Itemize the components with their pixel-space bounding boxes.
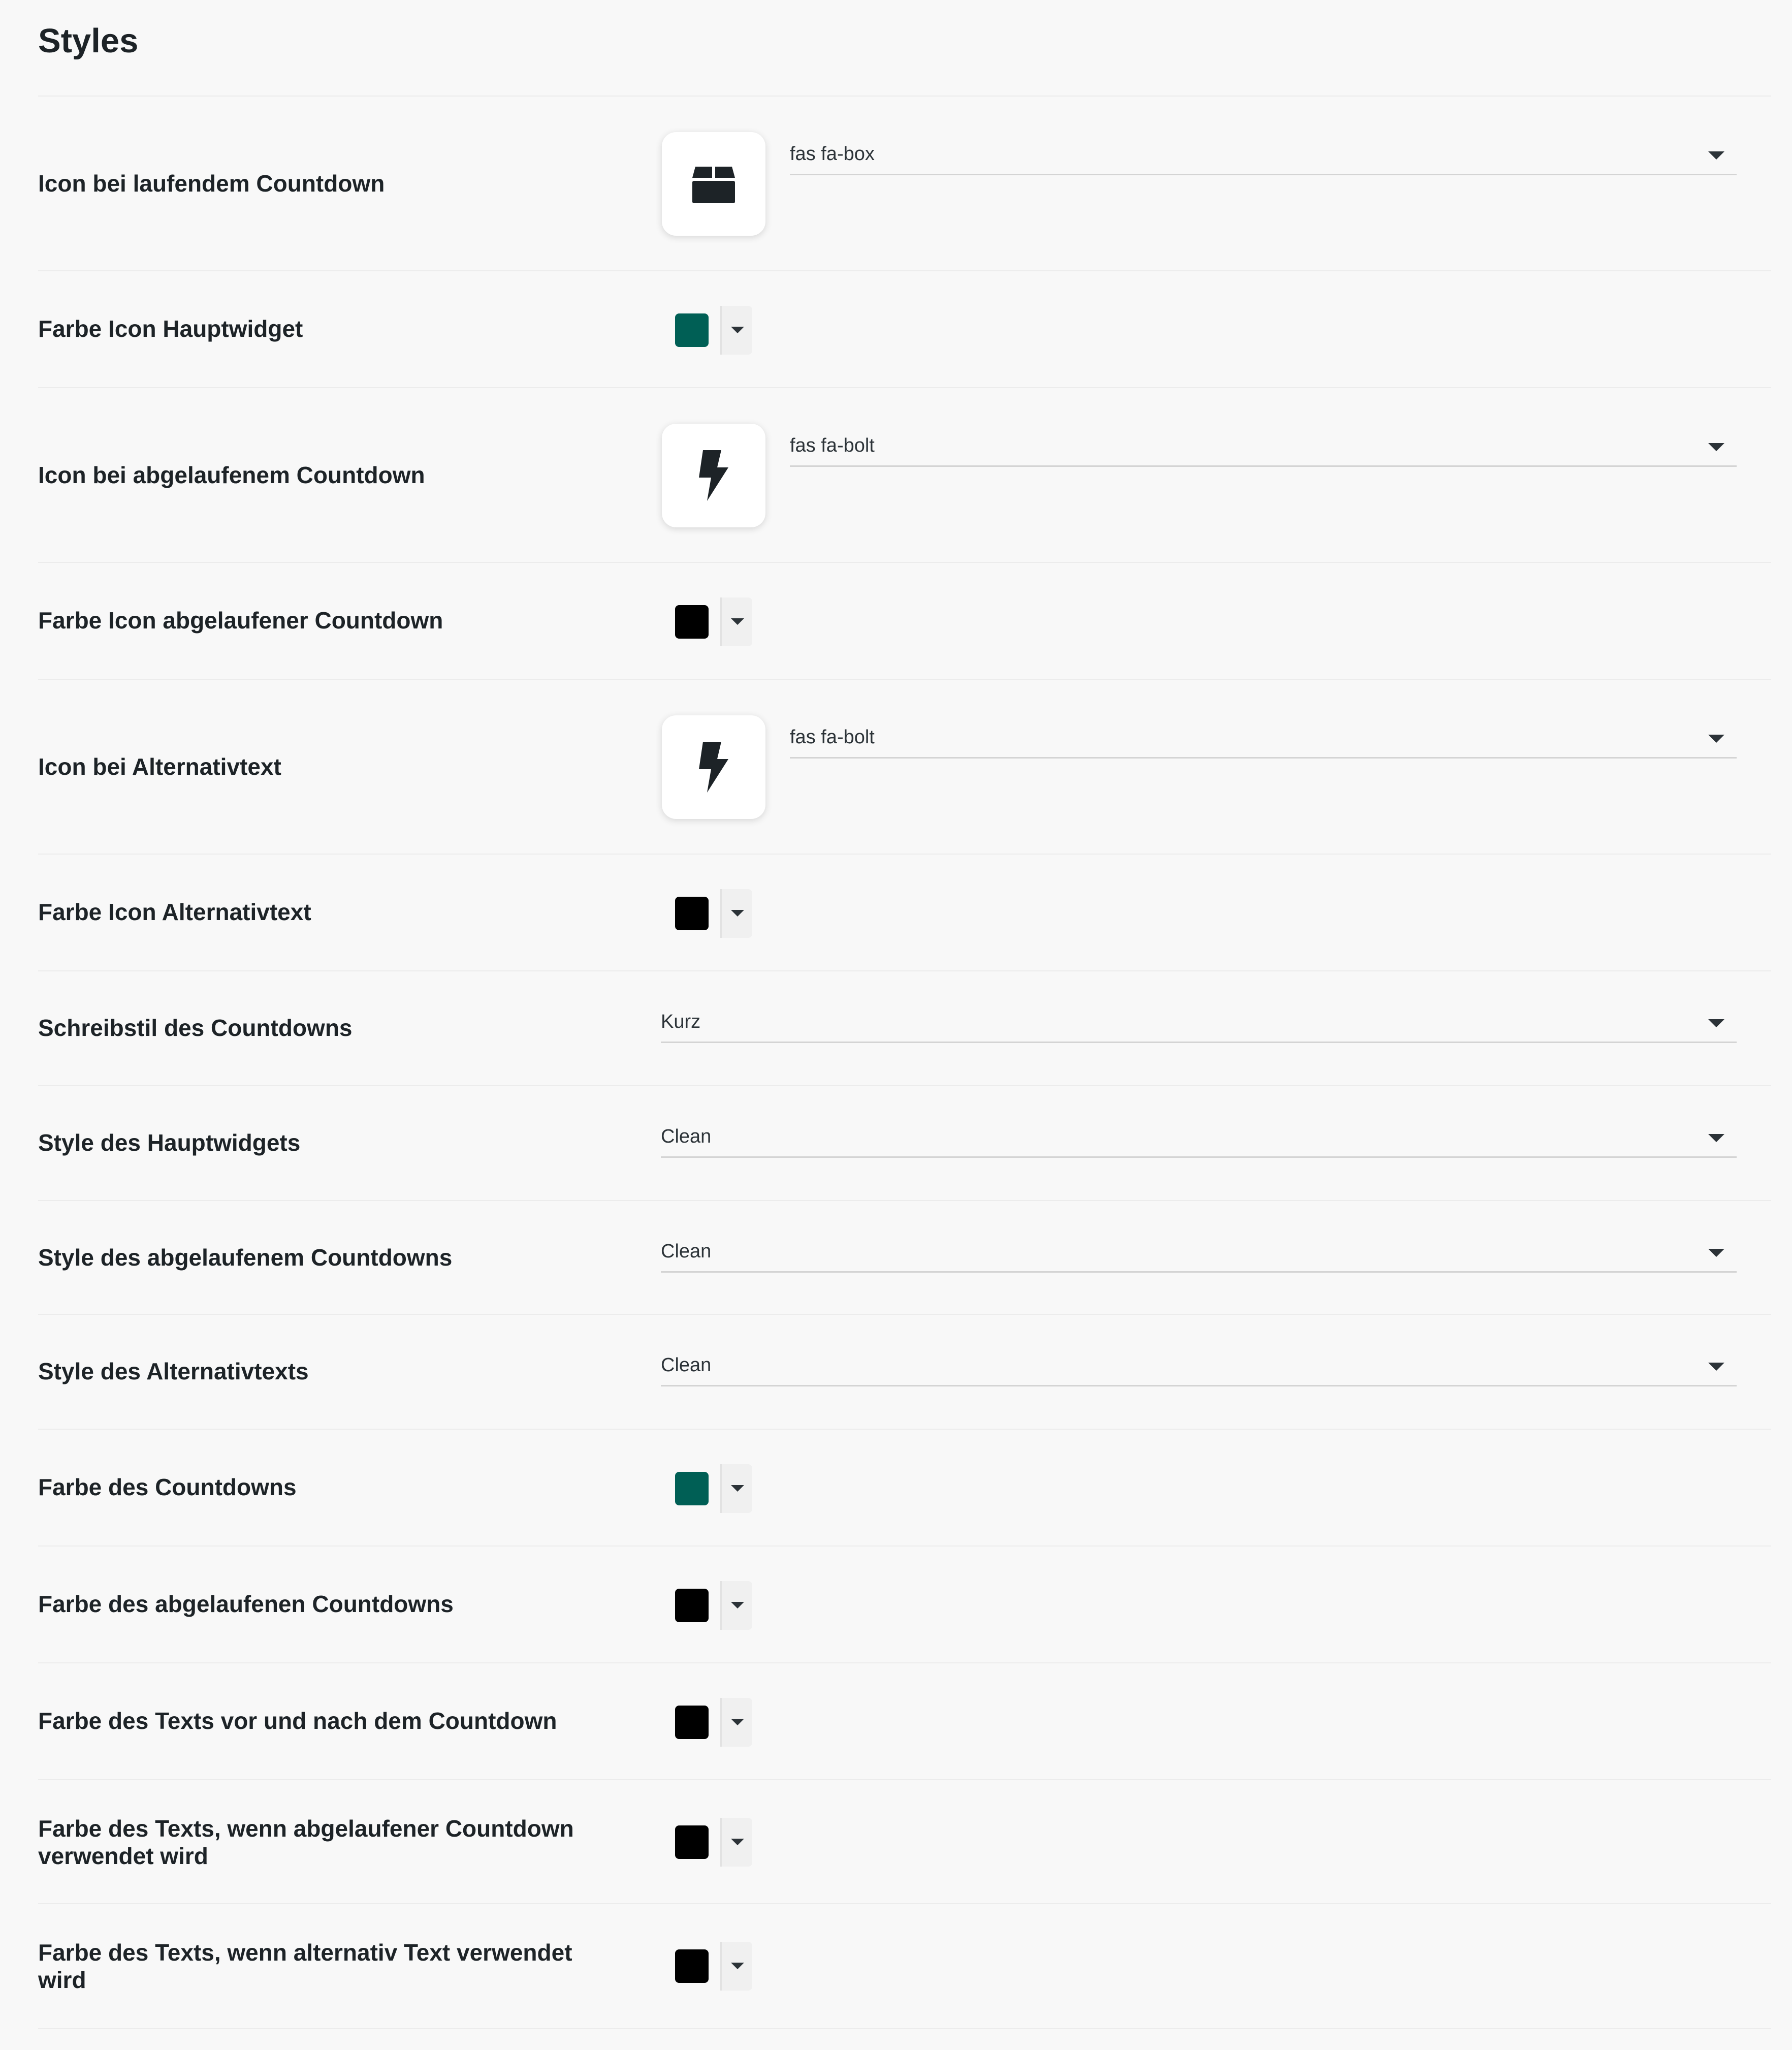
chevron-down-icon xyxy=(1708,443,1724,451)
caret-down-icon xyxy=(731,1485,744,1492)
box-icon xyxy=(692,167,735,203)
setting-row-style-alt: Style des Alternativtexts Clean xyxy=(38,1314,1771,1430)
color-picker[interactable] xyxy=(663,306,752,355)
chevron-down-icon xyxy=(1708,1019,1724,1027)
color-dropdown-toggle[interactable] xyxy=(722,306,752,355)
color-swatch-button[interactable] xyxy=(663,1942,720,1991)
caret-down-icon xyxy=(731,618,744,625)
bolt-icon xyxy=(699,450,728,501)
setting-label: Style des abgelaufenem Countdowns xyxy=(38,1244,453,1271)
setting-row-icon-alt: Icon bei Alternativtext fas fa-bolt xyxy=(38,679,1771,855)
chevron-down-icon xyxy=(1708,1363,1724,1371)
color-picker[interactable] xyxy=(663,1464,752,1513)
select-value: fas fa-bolt xyxy=(790,727,875,748)
chevron-down-icon xyxy=(1708,1249,1724,1257)
setting-label: Icon bei laufendem Countdown xyxy=(38,170,385,197)
setting-label: Farbe Icon Alternativtext xyxy=(38,899,311,925)
setting-row-color-countdown-expired: Farbe des abgelaufenen Countdowns xyxy=(38,1546,1771,1663)
caret-down-icon xyxy=(731,910,744,917)
select-value: Clean xyxy=(661,1126,712,1147)
icon-select[interactable]: fas fa-box xyxy=(790,132,1737,175)
icon-select[interactable]: fas fa-bolt xyxy=(790,424,1737,467)
setting-label: Icon bei Alternativtext xyxy=(38,753,281,780)
select-value: fas fa-box xyxy=(790,143,875,165)
color-dropdown-toggle[interactable] xyxy=(722,889,752,938)
select-value: Clean xyxy=(661,1241,712,1262)
color-dropdown-toggle[interactable] xyxy=(722,1942,752,1991)
color-picker[interactable] xyxy=(663,597,752,646)
chevron-down-icon xyxy=(1708,1134,1724,1142)
setting-row-color-text-before-after: Farbe des Texts vor und nach dem Countdo… xyxy=(38,1662,1771,1780)
bolt-icon xyxy=(699,742,728,793)
color-swatch xyxy=(675,1825,709,1859)
caret-down-icon xyxy=(731,1839,744,1845)
icon-preview[interactable] xyxy=(662,715,765,819)
setting-row-icon-expired: Icon bei abgelaufenem Countdown fas fa-b… xyxy=(38,387,1771,563)
color-swatch xyxy=(675,1949,709,1983)
setting-label: Icon bei abgelaufenem Countdown xyxy=(38,462,425,488)
color-swatch-button[interactable] xyxy=(663,1698,720,1747)
color-swatch xyxy=(675,313,709,347)
color-picker[interactable] xyxy=(663,1581,752,1630)
setting-label: Farbe Icon Hauptwidget xyxy=(38,316,303,342)
style-main-select[interactable]: Clean xyxy=(661,1115,1737,1158)
color-swatch xyxy=(675,1472,709,1505)
color-swatch-button[interactable] xyxy=(663,597,720,646)
style-alt-select[interactable]: Clean xyxy=(661,1343,1737,1386)
setting-label: Style des Alternativtexts xyxy=(38,1358,309,1384)
color-swatch-button[interactable] xyxy=(663,1464,720,1513)
setting-row-color-icon-alt: Farbe Icon Alternativtext xyxy=(38,854,1771,971)
select-value: Kurz xyxy=(661,1011,701,1032)
select-value: Clean xyxy=(661,1354,712,1376)
setting-row-color-icon-expired: Farbe Icon abgelaufener Countdown xyxy=(38,562,1771,680)
color-swatch xyxy=(675,605,709,639)
color-dropdown-toggle[interactable] xyxy=(722,1818,752,1867)
setting-row-style-expired: Style des abgelaufenem Countdowns Clean xyxy=(38,1200,1771,1315)
color-picker[interactable] xyxy=(663,1698,752,1747)
color-dropdown-toggle[interactable] xyxy=(722,1581,752,1630)
setting-row-style-main: Style des Hauptwidgets Clean xyxy=(38,1085,1771,1201)
color-swatch-button[interactable] xyxy=(663,1818,720,1867)
color-swatch-button[interactable] xyxy=(663,889,720,938)
caret-down-icon xyxy=(731,327,744,333)
setting-label: Farbe des abgelaufenen Countdowns xyxy=(38,1591,454,1617)
icon-select[interactable]: fas fa-bolt xyxy=(790,715,1737,759)
chevron-down-icon xyxy=(1708,735,1724,743)
setting-row-color-text-alt: Farbe des Texts, wenn alternativ Text ve… xyxy=(38,1903,1771,2029)
setting-row-icon-running: Icon bei laufendem Countdown fas fa-box xyxy=(38,96,1771,271)
color-dropdown-toggle[interactable] xyxy=(722,597,752,646)
setting-label: Style des Hauptwidgets xyxy=(38,1129,301,1156)
color-picker[interactable] xyxy=(663,889,752,938)
caret-down-icon xyxy=(731,1602,744,1609)
color-dropdown-toggle[interactable] xyxy=(722,1464,752,1513)
color-swatch xyxy=(675,1589,709,1622)
writing-style-select[interactable]: Kurz xyxy=(661,1000,1737,1043)
setting-label: Farbe des Countdowns xyxy=(38,1474,297,1500)
color-picker[interactable] xyxy=(663,1818,752,1867)
color-picker[interactable] xyxy=(663,1942,752,1991)
section-title: Styles xyxy=(38,22,139,60)
setting-label: Farbe des Texts, wenn alternativ Text ve… xyxy=(38,1939,572,1993)
caret-down-icon xyxy=(731,1963,744,1969)
caret-down-icon xyxy=(731,1719,744,1725)
setting-row-color-icon-main: Farbe Icon Hauptwidget xyxy=(38,270,1771,388)
color-swatch xyxy=(675,1706,709,1739)
color-swatch-button[interactable] xyxy=(663,306,720,355)
icon-preview[interactable] xyxy=(662,424,765,527)
color-dropdown-toggle[interactable] xyxy=(722,1698,752,1747)
color-swatch-button[interactable] xyxy=(663,1581,720,1630)
setting-row-writing-style: Schreibstil des Countdowns Kurz xyxy=(38,970,1771,1086)
setting-row-color-countdown: Farbe des Countdowns xyxy=(38,1429,1771,1547)
setting-label: Farbe des Texts, wenn abgelaufener Count… xyxy=(38,1815,574,1869)
setting-row-color-text-expired: Farbe des Texts, wenn abgelaufener Count… xyxy=(38,1779,1771,1904)
setting-label: Farbe des Texts vor und nach dem Countdo… xyxy=(38,1708,557,1734)
chevron-down-icon xyxy=(1708,151,1724,160)
style-expired-select[interactable]: Clean xyxy=(661,1229,1737,1273)
setting-label: Schreibstil des Countdowns xyxy=(38,1015,353,1041)
setting-label: Farbe Icon abgelaufener Countdown xyxy=(38,607,443,634)
color-swatch xyxy=(675,897,709,930)
select-value: fas fa-bolt xyxy=(790,435,875,456)
icon-preview[interactable] xyxy=(662,132,765,236)
